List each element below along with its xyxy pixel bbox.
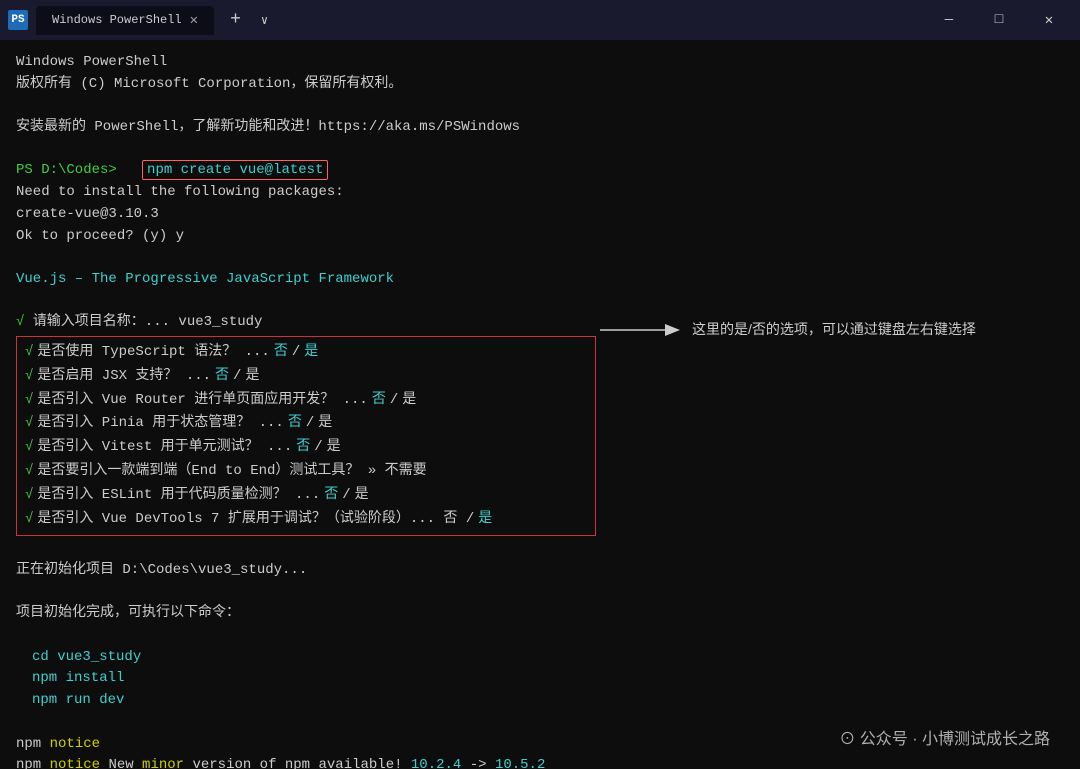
q1-check: √: [25, 341, 33, 365]
blank-4: [16, 291, 1064, 313]
q8-line: √ 是否引入 Vue DevTools 7 扩展用于调试？（试验阶段）... 否…: [25, 508, 587, 532]
npm-notice-word-2: notice: [50, 757, 100, 769]
npm-arrow: ->: [470, 757, 495, 769]
npm-minor-word: minor: [142, 757, 184, 769]
q5-yes: 是: [327, 436, 341, 460]
q0-check: √: [16, 314, 33, 330]
tab-label: Windows PowerShell: [52, 13, 182, 27]
npm-label-1: npm: [16, 736, 50, 752]
terminal-content: Windows PowerShell 版权所有 (C) Microsoft Co…: [16, 52, 1064, 769]
q1-text: 是否使用 TypeScript 语法？ ...: [37, 341, 269, 365]
close-button[interactable]: ✕: [1026, 4, 1072, 36]
q2-line: √ 是否启用 JSX 支持？ ... 否 / 是: [25, 365, 587, 389]
q4-yes: 是: [318, 412, 332, 436]
npm-notice-2-text2: version of npm available!: [192, 757, 410, 769]
title-bar: PS Windows PowerShell ✕ + ∨ — □ ✕: [0, 0, 1080, 40]
window-controls: — □ ✕: [926, 4, 1072, 36]
output-need: Need to install the following packages:: [16, 182, 1064, 204]
q5-no: 否: [296, 436, 310, 460]
npm-notice-word-1: notice: [50, 736, 100, 752]
q5-slash: /: [314, 436, 322, 460]
q8-text: 是否引入 Vue DevTools 7 扩展用于调试？（试验阶段）... 否 /: [37, 508, 474, 532]
q1-yes: 是: [304, 341, 318, 365]
q4-text: 是否引入 Pinia 用于状态管理？ ...: [37, 412, 283, 436]
q2-text: 是否启用 JSX 支持？ ...: [37, 365, 211, 389]
q2-check: √: [25, 365, 33, 389]
npm-notice-2: npm notice New minor version of npm avai…: [16, 755, 1064, 769]
npm-notice-2-text: New: [108, 757, 142, 769]
q6-line: √ 是否要引入一款端到端（End to End）测试工具？ » 不需要: [25, 460, 587, 484]
q4-no: 否: [288, 412, 302, 436]
blank-7: [16, 625, 1064, 647]
q2-yes: 是: [245, 365, 259, 389]
q3-text: 是否引入 Vue Router 进行单页面应用开发？ ...: [37, 389, 367, 413]
tab-close-button[interactable]: ✕: [190, 12, 198, 29]
q7-slash: /: [342, 484, 350, 508]
q7-no: 否: [324, 484, 338, 508]
output-proceed: Ok to proceed? (y) y: [16, 226, 1064, 248]
title-bar-left: PS Windows PowerShell ✕ + ∨: [8, 6, 926, 35]
output-create-vue: create-vue@3.10.3: [16, 204, 1064, 226]
q5-text: 是否引入 Vitest 用于单元测试？ ...: [37, 436, 292, 460]
new-tab-button[interactable]: +: [222, 10, 249, 30]
q8-yes: 是: [478, 508, 492, 532]
initializing-text: 正在初始化项目 D:\Codes\vue3_study...: [16, 560, 1064, 582]
q5-check: √: [25, 436, 33, 460]
q3-check: √: [25, 389, 33, 413]
q6-text: 是否要引入一款端到端（End to End）测试工具？ » 不需要: [37, 460, 426, 484]
blank-5: [16, 538, 1064, 560]
q6-check: √: [25, 460, 33, 484]
cmd-install: npm install: [16, 668, 1064, 690]
q3-slash: /: [390, 389, 398, 413]
command-1: npm create vue@latest: [142, 160, 328, 180]
npm-v1: 10.2.4: [411, 757, 461, 769]
terminal-window[interactable]: Windows PowerShell 版权所有 (C) Microsoft Co…: [0, 40, 1080, 769]
blank-6: [16, 582, 1064, 604]
npm-v2: 10.5.2: [495, 757, 545, 769]
q7-line: √ 是否引入 ESLint 用于代码质量检测？ ... 否 / 是: [25, 484, 587, 508]
q4-slash: /: [306, 412, 314, 436]
q3-no: 否: [372, 389, 386, 413]
q1-no: 否: [274, 341, 288, 365]
arrow-icon: [600, 318, 680, 342]
q3-yes: 是: [402, 389, 416, 413]
q1-line: √ 是否使用 TypeScript 语法？ ... 否 / 是: [25, 341, 587, 365]
npm-label-2: npm: [16, 757, 50, 769]
powershell-icon: PS: [8, 10, 28, 30]
minimize-button[interactable]: —: [926, 4, 972, 36]
q3-line: √ 是否引入 Vue Router 进行单页面应用开发？ ... 否 / 是: [25, 389, 587, 413]
q4-check: √: [25, 412, 33, 436]
q7-yes: 是: [355, 484, 369, 508]
output-line-4: 安装最新的 PowerShell，了解新功能和改进！https://aka.ms…: [16, 117, 1064, 139]
cmd-dev: npm run dev: [16, 690, 1064, 712]
maximize-button[interactable]: □: [976, 4, 1022, 36]
output-line-2: 版权所有 (C) Microsoft Corporation，保留所有权利。: [16, 74, 1064, 96]
blank-2: [16, 139, 1064, 161]
annotation-text: 这里的是/否的选项，可以通过键盘左右键选择: [692, 319, 976, 341]
command-line-1: PS D:\Codes> npm create vue@latest: [16, 160, 1064, 182]
blank-1: [16, 95, 1064, 117]
done-text: 项目初始化完成，可执行以下命令：: [16, 603, 1064, 625]
q2-slash: /: [233, 365, 241, 389]
output-line-1: Windows PowerShell: [16, 52, 1064, 74]
prompt-1: PS D:\Codes>: [16, 162, 117, 178]
tab-dropdown-button[interactable]: ∨: [257, 13, 272, 28]
q7-text: 是否引入 ESLint 用于代码质量检测？ ...: [37, 484, 320, 508]
q2-no: 否: [215, 365, 229, 389]
q7-check: √: [25, 484, 33, 508]
q0-text: 请输入项目名称：... vue3_study: [33, 314, 263, 330]
vue-title: Vue.js – The Progressive JavaScript Fram…: [16, 269, 1064, 291]
active-tab[interactable]: Windows PowerShell ✕: [36, 6, 214, 35]
cmd-cd: cd vue3_study: [16, 647, 1064, 669]
q4-line: √ 是否引入 Pinia 用于状态管理？ ... 否 / 是: [25, 412, 587, 436]
q8-check: √: [25, 508, 33, 532]
annotation-container: 这里的是/否的选项，可以通过键盘左右键选择: [600, 318, 976, 342]
q5-line: √ 是否引入 Vitest 用于单元测试？ ... 否 / 是: [25, 436, 587, 460]
blank-3: [16, 247, 1064, 269]
questions-box: √ 是否使用 TypeScript 语法？ ... 否 / 是 √ 是否启用 J…: [16, 336, 596, 536]
q1-slash: /: [292, 341, 300, 365]
watermark: ⊙ 公众号 · 小博测试成长之路: [839, 725, 1050, 749]
